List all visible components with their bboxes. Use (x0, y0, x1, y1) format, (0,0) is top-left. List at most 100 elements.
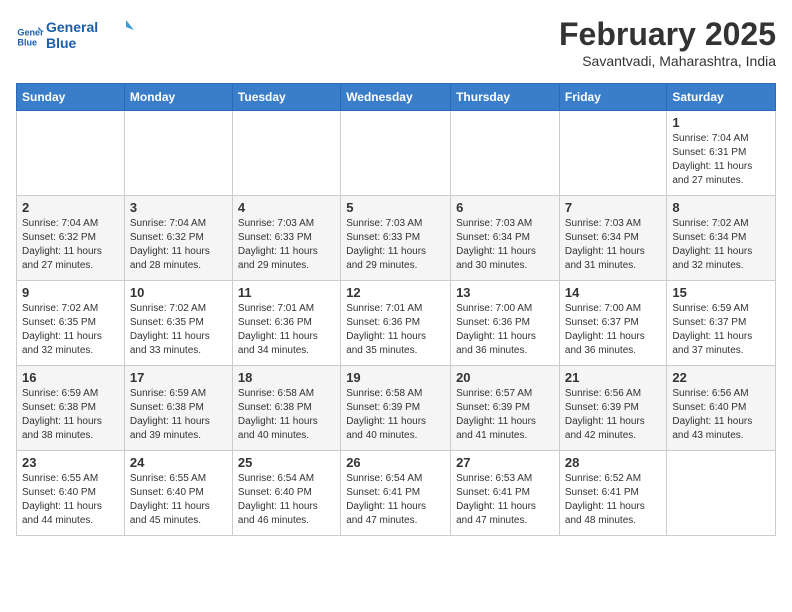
calendar-cell: 16Sunrise: 6:59 AM Sunset: 6:38 PM Dayli… (17, 366, 125, 451)
logo-svg: General Blue (46, 16, 136, 52)
day-number: 13 (456, 285, 554, 300)
calendar-cell (17, 111, 125, 196)
day-number: 27 (456, 455, 554, 470)
calendar-cell: 20 Sunrise: 6:57 AM Sunset: 6:39 PM Dayli… (451, 366, 560, 451)
day-info: Sunrise: 7:02 AM Sunset: 6:34 PM Dayligh… (672, 217, 770, 273)
day-info: Sunrise: 7:04 AM Sunset: 6:32 PM Dayligh… (130, 217, 227, 273)
weekday-header-sunday: Sunday (17, 84, 125, 111)
day-info: Sunrise: 6:56 AM Sunset: 6:40 PM Dayligh… (672, 387, 770, 443)
calendar-cell: 7 Sunrise: 7:03 AM Sunset: 6:34 PM Daylig… (559, 196, 666, 281)
day-info: Sunrise: 6:55 AM Sunset: 6:40 PM Dayligh… (22, 472, 119, 528)
calendar-cell: 26 Sunrise: 6:54 AM Sunset: 6:41 PM Dayli… (341, 451, 451, 536)
day-number: 16 (22, 370, 119, 385)
day-info: Sunrise: 7:03 AM Sunset: 6:33 PM Dayligh… (346, 217, 445, 273)
month-title: February 2025 (559, 16, 776, 53)
calendar-cell: 6 Sunrise: 7:03 AM Sunset: 6:34 PM Daylig… (451, 196, 560, 281)
svg-text:General: General (46, 19, 98, 35)
calendar-table: SundayMondayTuesdayWednesdayThursdayFrid… (16, 83, 776, 536)
calendar-cell: 12Sunrise: 7:01 AM Sunset: 6:36 PM Dayli… (341, 281, 451, 366)
calendar-cell: 15 Sunrise: 6:59 AM Sunset: 6:37 PM Dayli… (667, 281, 776, 366)
day-info: Sunrise: 7:01 AM Sunset: 6:36 PM Dayligh… (346, 302, 445, 358)
title-section: February 2025 Savantvadi, Maharashtra, I… (559, 16, 776, 69)
day-number: 17 (130, 370, 227, 385)
calendar-cell: 11 Sunrise: 7:01 AM Sunset: 6:36 PM Dayli… (232, 281, 340, 366)
day-number: 14 (565, 285, 661, 300)
day-info: Sunrise: 6:54 AM Sunset: 6:40 PM Dayligh… (238, 472, 335, 528)
day-info: Sunrise: 6:56 AM Sunset: 6:39 PM Dayligh… (565, 387, 661, 443)
day-number: 23 (22, 455, 119, 470)
day-number: 15 (672, 285, 770, 300)
day-number: 26 (346, 455, 445, 470)
day-info: Sunrise: 6:53 AM Sunset: 6:41 PM Dayligh… (456, 472, 554, 528)
day-number: 3 (130, 200, 227, 215)
day-info: Sunrise: 7:01 AM Sunset: 6:36 PM Dayligh… (238, 302, 335, 358)
day-number: 28 (565, 455, 661, 470)
day-info: Sunrise: 6:55 AM Sunset: 6:40 PM Dayligh… (130, 472, 227, 528)
location-subtitle: Savantvadi, Maharashtra, India (559, 53, 776, 69)
calendar-cell (667, 451, 776, 536)
calendar-cell: 13 Sunrise: 7:00 AM Sunset: 6:36 PM Dayli… (451, 281, 560, 366)
calendar-cell (451, 111, 560, 196)
day-number: 20 (456, 370, 554, 385)
day-info: Sunrise: 6:59 AM Sunset: 6:37 PM Dayligh… (672, 302, 770, 358)
calendar-week-row: 2 Sunrise: 7:04 AM Sunset: 6:32 PM Daylig… (17, 196, 776, 281)
weekday-header-tuesday: Tuesday (232, 84, 340, 111)
calendar-week-row: 9 Sunrise: 7:02 AM Sunset: 6:35 PM Daylig… (17, 281, 776, 366)
day-number: 21 (565, 370, 661, 385)
day-number: 22 (672, 370, 770, 385)
day-number: 9 (22, 285, 119, 300)
day-info: Sunrise: 7:04 AM Sunset: 6:31 PM Dayligh… (672, 132, 770, 188)
calendar-cell: 21 Sunrise: 6:56 AM Sunset: 6:39 PM Dayli… (559, 366, 666, 451)
day-number: 19 (346, 370, 445, 385)
calendar-cell: 4 Sunrise: 7:03 AM Sunset: 6:33 PM Daylig… (232, 196, 340, 281)
day-info: Sunrise: 6:58 AM Sunset: 6:39 PM Dayligh… (346, 387, 445, 443)
weekday-header-thursday: Thursday (451, 84, 560, 111)
calendar-cell: 18Sunrise: 6:58 AM Sunset: 6:38 PM Dayli… (232, 366, 340, 451)
day-number: 1 (672, 115, 770, 130)
calendar-week-row: 16 Sunrise: 6:59 AM Sunset: 6:38 PM Dayli… (17, 366, 776, 451)
day-info: Sunrise: 7:03 AM Sunset: 6:34 PM Dayligh… (456, 217, 554, 273)
day-info: Sunrise: 7:00 AM Sunset: 6:37 PM Dayligh… (565, 302, 661, 358)
day-number: 5 (346, 200, 445, 215)
calendar-cell: 27 Sunrise: 6:53 AM Sunset: 6:41 PM Dayli… (451, 451, 560, 536)
day-number: 7 (565, 200, 661, 215)
day-number: 24 (130, 455, 227, 470)
day-info: Sunrise: 6:59 AM Sunset: 6:38 PM Dayligh… (130, 387, 227, 443)
calendar-cell: 24 Sunrise: 6:55 AM Sunset: 6:40 PM Dayli… (124, 451, 232, 536)
day-info: Sunrise: 6:52 AM Sunset: 6:41 PM Dayligh… (565, 472, 661, 528)
day-number: 2 (22, 200, 119, 215)
day-info: Sunrise: 6:57 AM Sunset: 6:39 PM Dayligh… (456, 387, 554, 443)
day-number: 10 (130, 285, 227, 300)
calendar-cell: 9 Sunrise: 7:02 AM Sunset: 6:35 PM Daylig… (17, 281, 125, 366)
day-number: 4 (238, 200, 335, 215)
day-number: 11 (238, 285, 335, 300)
day-info: Sunrise: 7:03 AM Sunset: 6:33 PM Dayligh… (238, 217, 335, 273)
day-info: Sunrise: 7:00 AM Sunset: 6:36 PM Dayligh… (456, 302, 554, 358)
day-info: Sunrise: 7:02 AM Sunset: 6:35 PM Dayligh… (130, 302, 227, 358)
day-number: 25 (238, 455, 335, 470)
day-info: Sunrise: 7:02 AM Sunset: 6:35 PM Dayligh… (22, 302, 119, 358)
svg-text:Blue: Blue (46, 35, 77, 51)
svg-text:Blue: Blue (17, 37, 37, 47)
logo: General Blue General Blue (16, 16, 136, 57)
calendar-cell: 23 Sunrise: 6:55 AM Sunset: 6:40 PM Dayli… (17, 451, 125, 536)
calendar-cell: 3 Sunrise: 7:04 AM Sunset: 6:32 PM Daylig… (124, 196, 232, 281)
calendar-header-row: SundayMondayTuesdayWednesdayThursdayFrid… (17, 84, 776, 111)
day-info: Sunrise: 6:54 AM Sunset: 6:41 PM Dayligh… (346, 472, 445, 528)
weekday-header-saturday: Saturday (667, 84, 776, 111)
weekday-header-friday: Friday (559, 84, 666, 111)
calendar-cell: 28 Sunrise: 6:52 AM Sunset: 6:41 PM Dayli… (559, 451, 666, 536)
general-blue-logo-icon: General Blue (16, 23, 44, 51)
calendar-body: 1 Sunrise: 7:04 AM Sunset: 6:31 PM Daylig… (17, 111, 776, 536)
day-number: 6 (456, 200, 554, 215)
calendar-week-row: 1 Sunrise: 7:04 AM Sunset: 6:31 PM Daylig… (17, 111, 776, 196)
calendar-cell: 22 Sunrise: 6:56 AM Sunset: 6:40 PM Dayli… (667, 366, 776, 451)
calendar-cell: 5 Sunrise: 7:03 AM Sunset: 6:33 PM Daylig… (341, 196, 451, 281)
weekday-header-monday: Monday (124, 84, 232, 111)
calendar-week-row: 23 Sunrise: 6:55 AM Sunset: 6:40 PM Dayli… (17, 451, 776, 536)
day-number: 18 (238, 370, 335, 385)
day-info: Sunrise: 7:03 AM Sunset: 6:34 PM Dayligh… (565, 217, 661, 273)
calendar-cell (559, 111, 666, 196)
calendar-cell: 10 Sunrise: 7:02 AM Sunset: 6:35 PM Dayli… (124, 281, 232, 366)
top-row: General Blue General Blue February 2025 … (16, 16, 776, 75)
